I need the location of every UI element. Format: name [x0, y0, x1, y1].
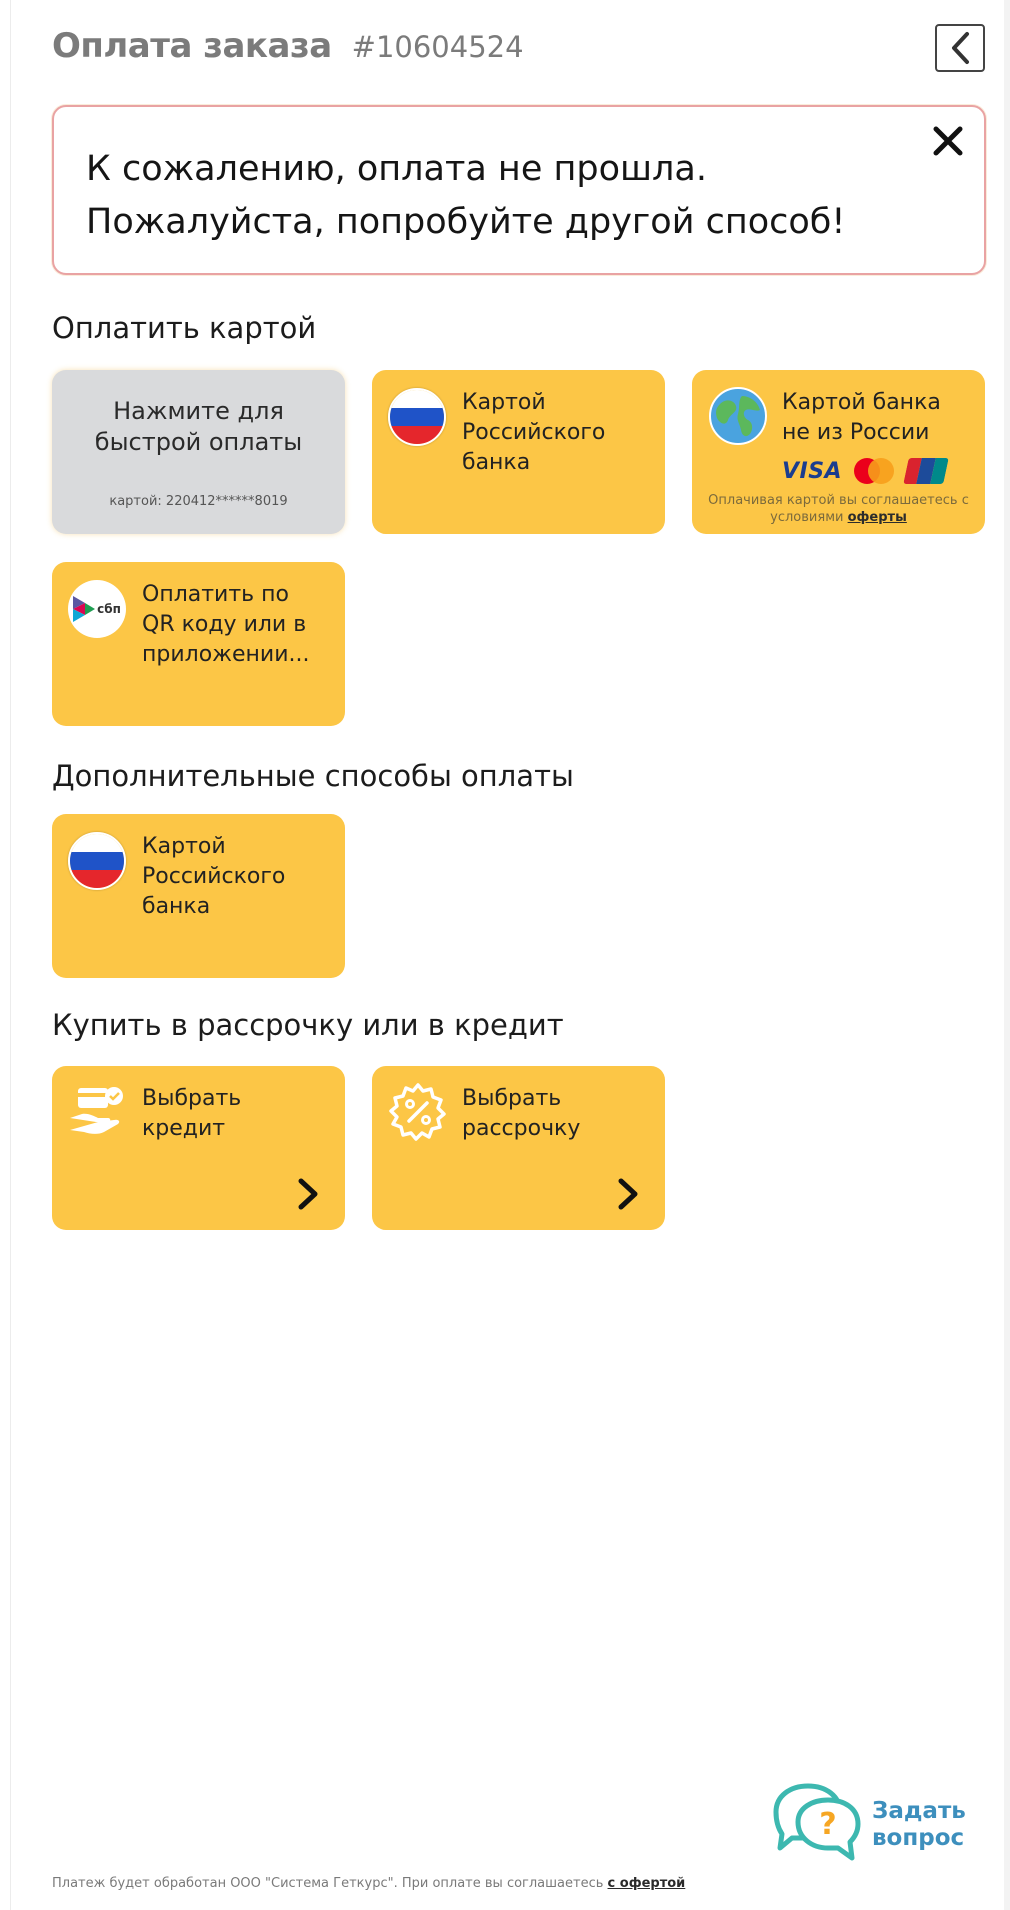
- quick-pay-label-line1: Нажмите для: [113, 397, 284, 425]
- chevron-right-icon: [298, 1178, 318, 1210]
- label-line: приложении...: [142, 642, 310, 667]
- russian-bank-card-label: Картой Российского банка: [462, 388, 652, 478]
- offer-agreement-note: Оплачивая картой вы соглашаетесь с услов…: [692, 492, 985, 526]
- quick-pay-label-line2: быстрой оплаты: [94, 428, 303, 456]
- label-line: банка: [462, 450, 531, 475]
- sbp-label: Оплатить по QR коду или в приложении...: [142, 580, 332, 670]
- label-line: банка: [142, 894, 211, 919]
- label-line: Картой: [142, 834, 226, 859]
- footer-offer-link[interactable]: с офертой: [608, 1876, 686, 1891]
- globe-icon: [709, 387, 767, 445]
- label-line: Российского: [462, 420, 606, 445]
- mastercard-icon: [854, 458, 895, 484]
- quick-pay-label: Нажмите для быстрой оплаты: [52, 396, 345, 458]
- sbp-logo-text: сбп: [97, 602, 121, 616]
- section-title-additional-methods: Дополнительные способы оплаты: [52, 759, 574, 793]
- credit-hand-icon: [70, 1087, 123, 1134]
- installment-option[interactable]: Выбрать рассрочку: [372, 1066, 665, 1230]
- foreign-bank-card-option[interactable]: Картой банка не из России VISA Оплачивая…: [692, 370, 985, 534]
- page-left-border: [10, 0, 11, 1910]
- payment-error-alert: К сожалению, оплата не прошла. Пожалуйст…: [52, 105, 986, 275]
- russia-flag-icon: [388, 388, 446, 446]
- sbp-qr-payment-option[interactable]: сбп Оплатить по QR коду или в приложении…: [52, 562, 345, 726]
- label-line: не из России: [782, 420, 930, 445]
- section-title-credit: Купить в рассрочку или в кредит: [52, 1008, 564, 1042]
- chevron-right-icon: [618, 1178, 638, 1210]
- page-title: Оплата заказа: [52, 26, 332, 66]
- payment-systems: VISA: [782, 458, 949, 484]
- offer-note-line2: условиями оферты: [692, 509, 985, 526]
- ask-question-line2: вопрос: [872, 1825, 965, 1851]
- russia-flag-icon: [68, 832, 126, 890]
- label-line: Картой: [462, 390, 546, 415]
- extra-russian-bank-card-label: Картой Российского банка: [142, 832, 332, 922]
- close-icon: [933, 126, 963, 156]
- order-number: #10604524: [351, 30, 524, 64]
- section-title-card-payment: Оплатить картой: [52, 311, 317, 345]
- label-line: кредит: [142, 1116, 226, 1141]
- label-line: Выбрать: [462, 1086, 562, 1111]
- page-scroll-track: [1004, 0, 1010, 1910]
- svg-text:?: ?: [819, 1807, 836, 1842]
- russian-bank-card-option[interactable]: Картой Российского банка: [372, 370, 665, 534]
- label-line: QR коду или в: [142, 612, 307, 637]
- label-line: Российского: [142, 864, 286, 889]
- label-line: Картой банка: [782, 390, 941, 415]
- quick-pay-card[interactable]: Нажмите для быстрой оплаты картой: 22041…: [52, 370, 345, 534]
- sbp-arrows-icon: [73, 596, 96, 622]
- offer-link[interactable]: оферты: [848, 510, 907, 525]
- credit-option[interactable]: Выбрать кредит: [52, 1066, 345, 1230]
- ask-question-label: Задать вопрос: [872, 1798, 966, 1852]
- ask-question-widget[interactable]: ? Задать вопрос: [768, 1782, 966, 1868]
- back-button[interactable]: [935, 24, 985, 72]
- percent-badge-icon: [389, 1083, 446, 1141]
- foreign-bank-card-label: Картой банка не из России: [782, 388, 982, 448]
- label-line: Оплатить по: [142, 582, 289, 607]
- saved-card-number: картой: 220412******8019: [109, 494, 288, 509]
- chat-question-icon: ?: [773, 1783, 861, 1861]
- installment-label: Выбрать рассрочку: [462, 1084, 652, 1144]
- footer-text: Платеж будет обработан ООО "Система Гетк…: [52, 1876, 608, 1891]
- footer-note: Платеж будет обработан ООО "Система Гетк…: [52, 1876, 685, 1891]
- label-line: Выбрать: [142, 1086, 242, 1111]
- alert-message-line2: Пожалуйста, попробуйте другой способ!: [86, 202, 846, 242]
- chevron-left-icon: [952, 32, 969, 64]
- label-line: рассрочку: [462, 1116, 581, 1141]
- alert-close-button[interactable]: [926, 119, 970, 163]
- offer-note-prefix: условиями: [770, 510, 848, 525]
- page-header: Оплата заказа #10604524: [52, 26, 524, 72]
- visa-logo: VISA: [782, 458, 843, 484]
- offer-note-line1: Оплачивая картой вы соглашаетесь с: [708, 493, 969, 508]
- unionpay-icon: [903, 458, 949, 484]
- ask-question-line1: Задать: [872, 1798, 966, 1824]
- alert-message-line1: К сожалению, оплата не прошла.: [86, 149, 707, 189]
- sbp-logo-icon: сбп: [68, 580, 126, 638]
- extra-russian-bank-card-option[interactable]: Картой Российского банка: [52, 814, 345, 978]
- credit-label: Выбрать кредит: [142, 1084, 332, 1144]
